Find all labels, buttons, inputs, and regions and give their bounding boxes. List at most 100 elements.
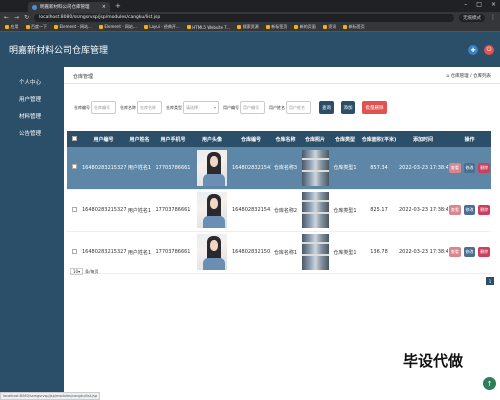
table-row[interactable]: 16480283215327 用户姓名1 17703786661 1648028… xyxy=(67,231,491,273)
bookmark-label: Element - 网站... xyxy=(104,24,137,29)
view-button[interactable]: 查看 xyxy=(449,205,461,215)
row-checkbox[interactable] xyxy=(71,164,77,170)
theme-icon[interactable]: ✚ xyxy=(468,45,478,55)
minimize-icon[interactable]: – xyxy=(464,1,467,8)
cell-added-time: 2022-03-23 17:38:41 xyxy=(399,164,448,171)
user-id-input[interactable]: 用户编号 xyxy=(240,101,265,114)
row-checkbox[interactable] xyxy=(71,248,77,254)
address-bar[interactable]: localhost:8080/ssmgsrvsp/jsp/modules/can… xyxy=(34,13,454,22)
reload-icon[interactable]: ↻ xyxy=(24,14,29,21)
cell-actions: 查看 修改 删除 xyxy=(448,231,491,273)
bookmark-label: 新的页面 xyxy=(299,24,316,29)
cell-warehouse-name: 仓库名称1 xyxy=(273,249,298,256)
sidebar: 个人中心 用户管理 材料管理 公告管理 xyxy=(0,67,64,400)
sidebar-item-profile[interactable]: 个人中心 xyxy=(0,75,64,92)
bookmark-label: 新标签页 xyxy=(271,24,288,29)
bookmark-label: 应用 xyxy=(10,24,19,29)
cell-phone: 17703786661 xyxy=(155,164,191,171)
header-actions: 操作 xyxy=(464,136,475,143)
maximize-icon[interactable]: □ xyxy=(476,1,482,8)
bookmark-item[interactable]: 应用 xyxy=(5,24,19,30)
bookmark-item[interactable]: 百度一下 xyxy=(25,24,47,30)
view-button[interactable]: 查看 xyxy=(449,247,461,257)
profile-button[interactable]: 无痕模式 xyxy=(459,13,485,22)
bookmark-item[interactable]: Layui - 经典开... xyxy=(143,24,180,30)
delete-button[interactable]: 删除 xyxy=(478,247,491,257)
sidebar-item-users[interactable]: 用户管理 xyxy=(0,92,64,109)
select-all-checkbox[interactable] xyxy=(71,135,77,141)
row-select-cell[interactable] xyxy=(67,231,81,273)
batch-delete-button[interactable]: 批量删除 xyxy=(362,101,387,114)
bookmark-icon xyxy=(265,25,270,29)
cell-phone: 17703786661 xyxy=(155,249,191,255)
warehouse-id-input[interactable]: 仓库编号 xyxy=(91,101,116,114)
bookmark-icon xyxy=(25,25,30,29)
status-bar: localhost:8080/ssmgsrvsp/jsp/modules/can… xyxy=(0,392,101,400)
warehouse-name-input[interactable]: 仓库名称 xyxy=(137,101,162,114)
cell-avatar xyxy=(193,147,231,189)
filter-label-warehouse-id: 仓库编号 xyxy=(74,104,90,110)
table-header-row: 用户编号 用户姓名 用户手机号 用户头像 仓库编号 仓库名称 仓库照片 仓库类型… xyxy=(67,131,491,147)
warehouse-type-select[interactable]: 请选择 ▾ xyxy=(183,101,219,114)
edit-button[interactable]: 修改 xyxy=(463,162,476,173)
bookmark-label: 新标签页 xyxy=(348,24,365,29)
bookmark-item[interactable]: 新标签页 xyxy=(343,24,365,30)
back-to-top-icon[interactable]: ↑ xyxy=(483,377,496,390)
search-button[interactable]: 查询 xyxy=(319,101,334,114)
view-button[interactable]: 查看 xyxy=(449,162,461,173)
forward-icon[interactable]: → xyxy=(14,14,19,21)
cell-user-name: 用户姓名1 xyxy=(127,207,152,214)
browser-tab[interactable]: 明嘉新材料公司仓库管理 × xyxy=(28,2,110,12)
row-select-cell[interactable] xyxy=(67,147,81,189)
user-name-input[interactable]: 用户姓名 xyxy=(286,101,311,114)
window-close-icon[interactable]: × xyxy=(491,1,496,8)
page-title: 仓库管理 xyxy=(73,74,94,80)
delete-button[interactable]: 删除 xyxy=(478,162,491,173)
bookmark-icon xyxy=(54,25,58,29)
delete-button[interactable]: 删除 xyxy=(478,205,491,215)
table-row[interactable]: 16480283215327 用户姓名1 17703786661 1648028… xyxy=(67,147,491,189)
warehouse-photo xyxy=(301,192,329,228)
row-select-cell[interactable] xyxy=(67,189,81,231)
cell-actions: 查看 修改 删除 xyxy=(448,189,491,231)
edit-button[interactable]: 修改 xyxy=(463,205,476,215)
header-warehouse-photo: 仓库照片 xyxy=(304,136,325,143)
bookmark-item[interactable]: Element - 网站... xyxy=(54,24,92,30)
breadcrumb[interactable]: ⌂ 仓库管理 / 仓库列表 xyxy=(446,73,491,79)
page-size-control: 10 ▾ 条/每页 xyxy=(70,268,98,275)
sidebar-item-materials[interactable]: 材料管理 xyxy=(0,109,64,126)
warehouse-table: 用户编号 用户姓名 用户手机号 用户头像 仓库编号 仓库名称 仓库照片 仓库类型… xyxy=(67,131,491,274)
bookmark-item[interactable]: Element - 网站... xyxy=(98,24,137,30)
cell-user-name: 用户姓名1 xyxy=(127,165,152,172)
cell-warehouse-name: 仓库名称3 xyxy=(273,165,298,172)
header-added-time: 添加时间 xyxy=(412,136,433,143)
bookmark-item[interactable]: 资讯 xyxy=(322,24,336,30)
add-button[interactable]: 添加 xyxy=(341,101,355,114)
bookmark-item[interactable]: 新标签页 xyxy=(265,24,288,30)
cell-user-name: 用户姓名1 xyxy=(127,249,152,256)
menu-icon[interactable]: ⋮ xyxy=(490,14,496,21)
back-icon[interactable]: ← xyxy=(4,14,9,21)
header-select-all[interactable] xyxy=(67,131,81,147)
page-size-select[interactable]: 10 ▾ xyxy=(70,268,84,275)
watermark-text: 毕设代做 xyxy=(403,352,464,370)
edit-button[interactable]: 修改 xyxy=(463,247,476,257)
tab-close-icon[interactable]: × xyxy=(102,4,106,10)
cell-added-time: 2022-03-23 17:38:41 xyxy=(399,249,448,255)
bookmark-icon xyxy=(322,25,327,29)
table-row[interactable]: 16480283215327 用户姓名1 17703786661 1648028… xyxy=(67,189,491,231)
page-number-button[interactable]: 1 xyxy=(486,277,494,285)
new-tab-button[interactable]: + xyxy=(115,2,121,10)
sidebar-item-notices[interactable]: 公告管理 xyxy=(0,126,64,143)
bookmark-item[interactable]: HTML5 Website T... xyxy=(186,25,230,30)
bookmark-item[interactable]: 搜索资源 xyxy=(237,24,259,30)
logout-icon[interactable]: ⏻ xyxy=(484,45,494,55)
avatar xyxy=(197,234,227,270)
divider xyxy=(64,83,500,84)
cell-warehouse-type: 仓库类型1 xyxy=(333,249,357,256)
header-warehouse-name: 仓库名称 xyxy=(275,136,296,143)
cell-area: 857.34 xyxy=(370,164,388,171)
chevron-down-icon: ▾ xyxy=(78,269,81,274)
bookmark-item[interactable]: 新的页面 xyxy=(294,24,316,30)
row-checkbox[interactable] xyxy=(71,206,77,212)
